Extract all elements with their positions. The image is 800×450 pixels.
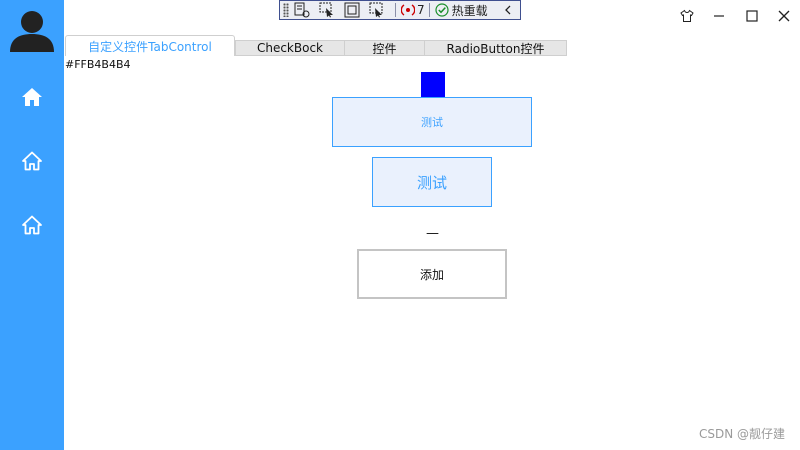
home-outline-icon-2[interactable] xyxy=(21,214,43,236)
track-focus-icon[interactable] xyxy=(368,2,386,18)
minimize-icon[interactable] xyxy=(709,6,729,26)
blue-square xyxy=(421,72,445,97)
maximize-icon[interactable] xyxy=(742,6,762,26)
binding-errors-count: 7 xyxy=(417,3,425,17)
select-element-icon[interactable] xyxy=(318,2,336,18)
debug-toolbar: 7 热重载 xyxy=(279,0,521,20)
test-button[interactable]: 测试 xyxy=(372,157,492,207)
color-value-text: #FFB4B4B4 xyxy=(65,58,131,71)
live-tree-icon[interactable] xyxy=(293,2,311,18)
hot-reload-button[interactable]: 热重载 xyxy=(435,2,488,19)
toolbar-grip[interactable] xyxy=(283,3,289,17)
test-button-large[interactable]: 测试 xyxy=(332,97,532,147)
display-adorners-icon[interactable] xyxy=(343,2,361,18)
add-button[interactable]: 添加 xyxy=(357,249,507,299)
collapse-chevron-icon[interactable] xyxy=(502,4,514,16)
sidebar-nav xyxy=(0,0,64,450)
toolbar-separator xyxy=(395,3,396,17)
tab-checkbock[interactable]: CheckBock xyxy=(235,40,345,56)
home-filled-icon[interactable] xyxy=(21,86,43,108)
check-circle-icon xyxy=(435,3,449,17)
binding-error-icon xyxy=(401,4,415,16)
hot-reload-label: 热重载 xyxy=(451,3,488,18)
tab-radiobutton[interactable]: RadioButton控件 xyxy=(424,40,567,56)
tab-custom-tabcontrol[interactable]: 自定义控件TabControl xyxy=(65,35,235,56)
binding-errors[interactable]: 7 xyxy=(401,3,425,17)
close-icon[interactable] xyxy=(774,6,794,26)
shirt-icon[interactable] xyxy=(677,6,697,26)
toolbar-separator xyxy=(428,3,430,17)
watermark: CSDN @靓仔建 xyxy=(698,427,785,441)
tab-controls[interactable]: 控件 xyxy=(344,40,425,56)
avatar-icon[interactable] xyxy=(10,8,54,52)
home-outline-icon[interactable] xyxy=(21,150,43,172)
dash-text: — xyxy=(426,226,439,241)
